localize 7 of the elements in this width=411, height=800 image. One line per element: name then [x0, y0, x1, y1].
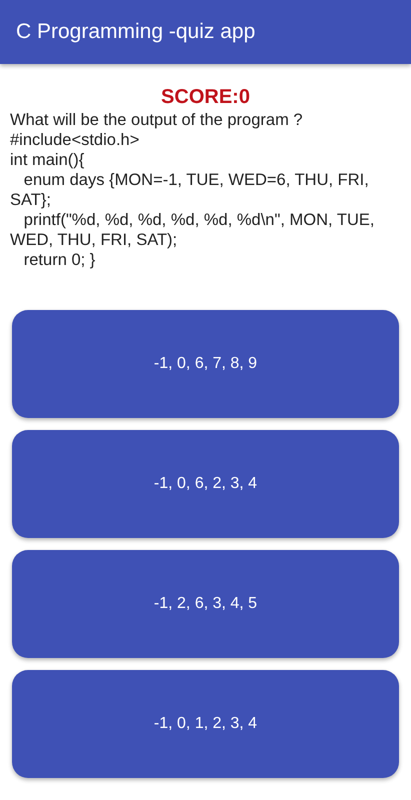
- question-text: What will be the output of the program ? #include<stdio.h> int main(){ enum days {MON=-1, TUE, WED=6, THU, FRI, SAT}; printf("%d, %d, %d, %d, %d, %d\n", MON, TUE, WED, THU, FRI, SAT); return 0; }: [10, 110, 376, 270]
- answer-button[interactable]: -1, 0, 1, 2, 3, 4: [12, 670, 399, 778]
- answer-button[interactable]: -1, 0, 6, 7, 8, 9: [12, 310, 399, 418]
- score-label: SCORE:0: [160, 85, 251, 110]
- answer-button[interactable]: -1, 2, 6, 3, 4, 5: [12, 550, 399, 658]
- app-title: C Programming -quiz app: [16, 20, 256, 44]
- answer-button[interactable]: -1, 0, 6, 2, 3, 4: [12, 430, 399, 538]
